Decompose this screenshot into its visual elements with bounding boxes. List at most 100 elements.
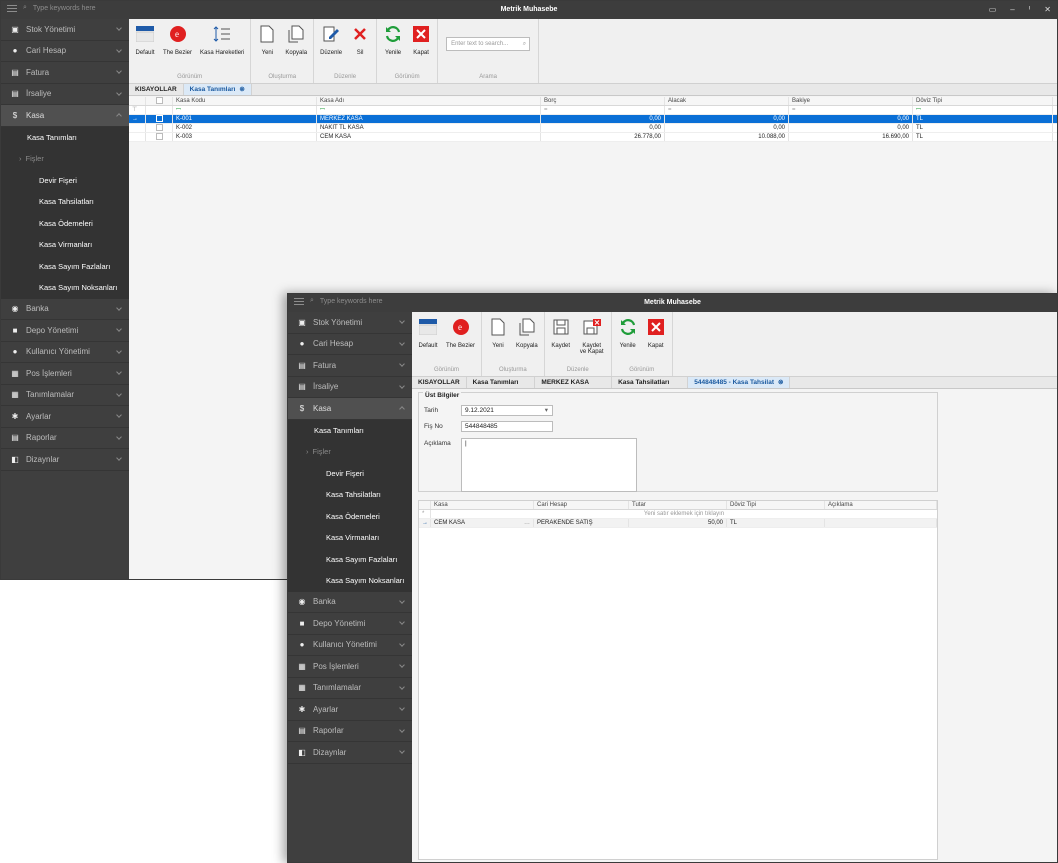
sidebar-item-depo[interactable]: ■ Depo Yönetimi bbox=[1, 320, 129, 342]
close-tab-icon[interactable]: ⊗ bbox=[778, 379, 783, 386]
grid-search-input[interactable]: Enter text to search... ⌕ bbox=[446, 37, 531, 51]
sidebar-item-raporlar[interactable]: ▤ Raporlar bbox=[1, 428, 129, 449]
aciklama-cell[interactable] bbox=[825, 519, 937, 527]
sidebar-item-irsaliye[interactable]: ▤ İrsaliye bbox=[288, 377, 412, 398]
table-row[interactable]: → K-001 MERKEZ KASA 0,00 0,00 0,00 TL bbox=[129, 115, 1057, 124]
filter-row[interactable]: ⊤ ꟷ ꟷ = = = ꟷ bbox=[129, 106, 1057, 115]
default-theme-button[interactable]: Default bbox=[131, 19, 159, 71]
close-icon[interactable]: ✕ bbox=[1044, 5, 1051, 14]
duzenle-button[interactable]: Düzenle bbox=[316, 19, 346, 71]
kapat-button[interactable]: Kapat bbox=[642, 312, 670, 364]
sidebar-item-fazla[interactable]: Kasa Sayım Fazlaları bbox=[288, 548, 412, 570]
sidebar-item-dizaynlar[interactable]: ◧ Dizaynlar bbox=[1, 449, 129, 471]
yenile-button[interactable]: Yenile bbox=[614, 312, 642, 364]
column-kasa-adi[interactable]: Kasa Adı bbox=[317, 97, 541, 105]
kasa-cell[interactable]: CEM KASA… bbox=[431, 519, 534, 527]
bezier-theme-button[interactable]: e The Bezier bbox=[442, 312, 479, 364]
column-alacak[interactable]: Alacak bbox=[665, 97, 789, 105]
tab-merkez-kasa[interactable]: MERKEZ KASA bbox=[535, 377, 613, 388]
select-all-checkbox[interactable] bbox=[155, 97, 163, 104]
row-checkbox[interactable] bbox=[155, 124, 163, 131]
maximize-icon[interactable]: ᑊ bbox=[1029, 5, 1031, 14]
sidebar-item-devir[interactable]: Devir Fişeri bbox=[1, 169, 129, 191]
tarih-date-input[interactable]: 9.12.2021 ▾ bbox=[461, 405, 553, 416]
bezier-theme-button[interactable]: e The Bezier bbox=[159, 19, 196, 71]
sidebar-item-tanim[interactable]: ▦ Tanımlamalar bbox=[288, 678, 412, 699]
column-cari-hesap[interactable]: Cari Hesap bbox=[534, 501, 629, 509]
filter-cell-icon[interactable]: = bbox=[541, 106, 665, 114]
kaydet-button[interactable]: Kaydet bbox=[547, 312, 575, 364]
sidebar-item-tahsilat[interactable]: Kasa Tahsilatları bbox=[1, 191, 129, 213]
yeni-button[interactable]: Yeni bbox=[253, 19, 281, 71]
column-doviz[interactable]: Döviz Tipi bbox=[727, 501, 825, 509]
chevron-down-icon[interactable]: ▾ bbox=[545, 406, 548, 415]
filter-cell-icon[interactable]: ꟷ bbox=[317, 106, 541, 114]
sidebar-item-kasa-tanimlari[interactable]: Kasa Tanımları bbox=[288, 419, 412, 441]
sil-button[interactable]: Sil bbox=[346, 19, 374, 71]
tab-kisayollar[interactable]: KISAYOLLAR bbox=[412, 377, 467, 388]
sidebar-item-ayarlar[interactable]: ✱ Ayarlar bbox=[1, 406, 129, 428]
sidebar-item-tahsilat[interactable]: Kasa Tahsilatları bbox=[288, 484, 412, 506]
sidebar-item-raporlar[interactable]: ▤ Raporlar bbox=[288, 721, 412, 742]
yenile-button[interactable]: Yenile bbox=[379, 19, 407, 71]
sidebar-item-odeme[interactable]: Kasa Ödemeleri bbox=[288, 505, 412, 527]
column-bakiye[interactable]: Bakiye bbox=[789, 97, 913, 105]
column-doviz[interactable]: Döviz Tipi bbox=[913, 97, 1053, 105]
sidebar-item-cari[interactable]: ● Cari Hesap bbox=[1, 41, 129, 62]
sidebar-item-kullanici[interactable]: ● Kullanıcı Yönetimi bbox=[1, 342, 129, 363]
table-row[interactable]: → CEM KASA… PERAKENDE SATIŞ 50,00 TL bbox=[419, 519, 937, 528]
sidebar-item-noksan[interactable]: Kasa Sayım Noksanları bbox=[1, 277, 129, 299]
tab-kasa-tahsilat[interactable]: 544848485 - Kasa Tahsilat ⊗ bbox=[688, 377, 791, 388]
table-row[interactable]: K-003 CEM KASA 26.778,00 10.088,00 16.69… bbox=[129, 133, 1057, 142]
sidebar-item-irsaliye[interactable]: ▤ İrsaliye bbox=[1, 84, 129, 105]
new-row[interactable]: * Yeni satır eklemek için tıklayın bbox=[419, 510, 937, 519]
sidebar-item-virman[interactable]: Kasa Virmanları bbox=[1, 234, 129, 256]
sidebar-item-kullanici[interactable]: ● Kullanıcı Yönetimi bbox=[288, 635, 412, 656]
table-row[interactable]: K-002 NAKİT TL KASA 0,00 0,00 0,00 TL bbox=[129, 124, 1057, 133]
filter-cell-icon[interactable]: ꟷ bbox=[913, 106, 1053, 114]
fis-no-input[interactable]: 544848485 bbox=[461, 421, 553, 432]
column-tutar[interactable]: Tutar bbox=[629, 501, 727, 509]
sidebar-item-ayarlar[interactable]: ✱ Ayarlar bbox=[288, 699, 412, 721]
sidebar-item-kasa-tanimlari[interactable]: Kasa Tanımları bbox=[1, 126, 129, 148]
kaydet-kapat-button[interactable]: Kaydet ve Kapat bbox=[575, 312, 609, 364]
close-tab-icon[interactable]: ⊗ bbox=[239, 86, 244, 93]
sidebar-item-depo[interactable]: ■ Depo Yönetimi bbox=[288, 613, 412, 635]
column-aciklama[interactable]: Açıklama bbox=[825, 501, 937, 509]
column-kasa[interactable]: Kasa bbox=[431, 501, 534, 509]
sidebar-item-dizaynlar[interactable]: ◧ Dizaynlar bbox=[288, 742, 412, 764]
tab-kisayollar[interactable]: KISAYOLLAR bbox=[129, 84, 184, 95]
column-kasa-kodu[interactable]: Kasa Kodu bbox=[173, 97, 317, 105]
tab-kasa-tanimlari[interactable]: Kasa Tanımları ⊗ bbox=[183, 84, 252, 95]
sidebar-item-fazla[interactable]: Kasa Sayım Fazlaları bbox=[1, 255, 129, 277]
sidebar-item-fisler[interactable]: › Fişler bbox=[1, 148, 129, 170]
column-borc[interactable]: Borç bbox=[541, 97, 665, 105]
sidebar-item-noksan[interactable]: Kasa Sayım Noksanları bbox=[288, 570, 412, 592]
kapat-button[interactable]: Kapat bbox=[407, 19, 435, 71]
aciklama-textarea[interactable]: | bbox=[461, 438, 637, 492]
sidebar-item-banka[interactable]: ◉ Banka bbox=[1, 299, 129, 320]
kopyala-button[interactable]: Kopyala bbox=[281, 19, 311, 71]
filter-cell-icon[interactable]: ꟷ bbox=[173, 106, 317, 114]
filter-cell-icon[interactable]: = bbox=[789, 106, 913, 114]
sidebar-item-fatura[interactable]: ▤ Fatura bbox=[1, 62, 129, 84]
minimize-icon[interactable]: – bbox=[1010, 5, 1014, 14]
sidebar-item-stok[interactable]: ▣ Stok Yönetimi bbox=[1, 19, 129, 41]
sidebar-item-virman[interactable]: Kasa Virmanları bbox=[288, 527, 412, 549]
sidebar-item-cari[interactable]: ● Cari Hesap bbox=[288, 334, 412, 355]
tab-kasa-tahsilatlari[interactable]: Kasa Tahsilatları bbox=[612, 377, 689, 388]
lookup-icon[interactable]: … bbox=[524, 519, 530, 527]
sidebar-item-tanim[interactable]: ▦ Tanımlamalar bbox=[1, 385, 129, 406]
yeni-button[interactable]: Yeni bbox=[484, 312, 512, 364]
sidebar-item-kasa[interactable]: $ Kasa bbox=[1, 105, 129, 127]
sidebar-item-fatura[interactable]: ▤ Fatura bbox=[288, 355, 412, 377]
restore-icon[interactable]: ▭ bbox=[989, 5, 997, 14]
sidebar-item-pos[interactable]: ▦ Pos İşlemleri bbox=[288, 656, 412, 678]
tab-kasa-tanimlari[interactable]: Kasa Tanımları bbox=[467, 377, 536, 388]
sidebar-item-kasa[interactable]: $ Kasa bbox=[288, 398, 412, 420]
default-theme-button[interactable]: Default bbox=[414, 312, 442, 364]
sidebar-item-pos[interactable]: ▦ Pos İşlemleri bbox=[1, 363, 129, 385]
kopyala-button[interactable]: Kopyala bbox=[512, 312, 542, 364]
sidebar-item-devir[interactable]: Devir Fişeri bbox=[288, 462, 412, 484]
sidebar-item-banka[interactable]: ◉ Banka bbox=[288, 592, 412, 613]
